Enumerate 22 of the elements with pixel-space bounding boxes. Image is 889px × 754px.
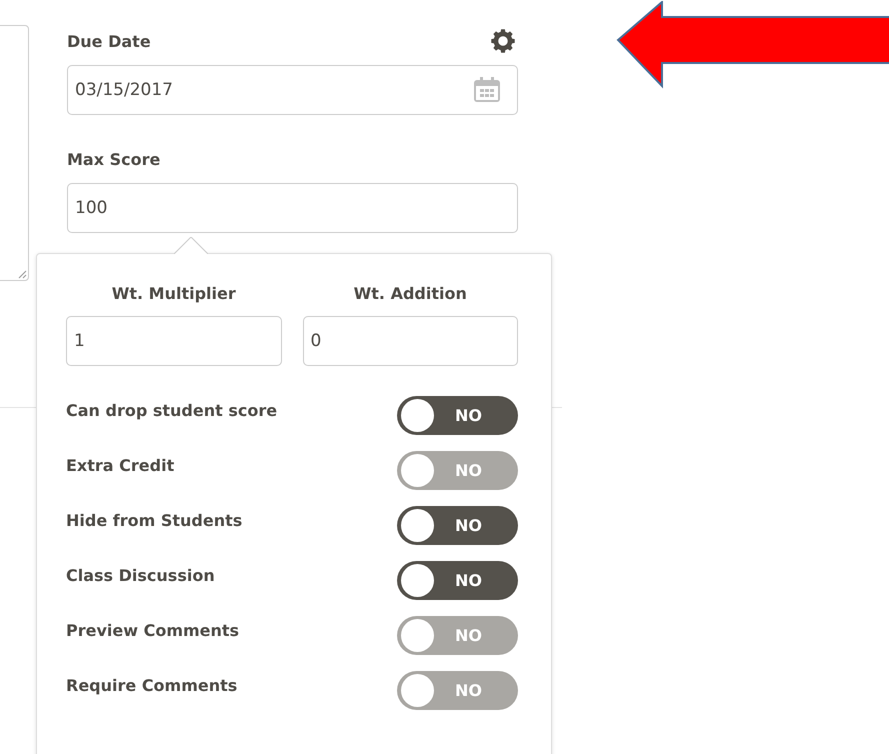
weight-field[interactable]: 0 bbox=[302, 316, 518, 366]
resize-grip-icon[interactable] bbox=[17, 269, 27, 279]
toggle-label: Can drop student score bbox=[66, 401, 278, 420]
score-field[interactable]: 100 bbox=[67, 183, 518, 233]
field-label: Due Date bbox=[67, 32, 151, 50]
toggle-label: Extra Credit bbox=[66, 456, 174, 475]
weight-field[interactable]: 1 bbox=[66, 316, 282, 366]
toggle-switch[interactable]: NO bbox=[397, 561, 518, 600]
field-label: Wt. Multiplier bbox=[112, 284, 236, 303]
popover-caret-icon bbox=[174, 237, 208, 254]
toggle-label: Hide from Students bbox=[66, 511, 242, 530]
date-field[interactable]: 03/15/2017 bbox=[67, 65, 518, 115]
toggle-switch[interactable]: NO bbox=[397, 506, 518, 545]
date-value: 03/15/2017 bbox=[75, 80, 173, 100]
toggle-switch[interactable]: NO bbox=[397, 396, 518, 435]
toggle-label: Preview Comments bbox=[66, 621, 240, 640]
field-label: Wt. Addition bbox=[354, 284, 467, 303]
calendar-icon[interactable] bbox=[472, 76, 502, 104]
toggle-label: Require Comments bbox=[66, 676, 238, 695]
field-label: Max Score bbox=[67, 150, 160, 168]
text-area[interactable] bbox=[0, 25, 29, 281]
toggle-label: Class Discussion bbox=[66, 566, 215, 585]
